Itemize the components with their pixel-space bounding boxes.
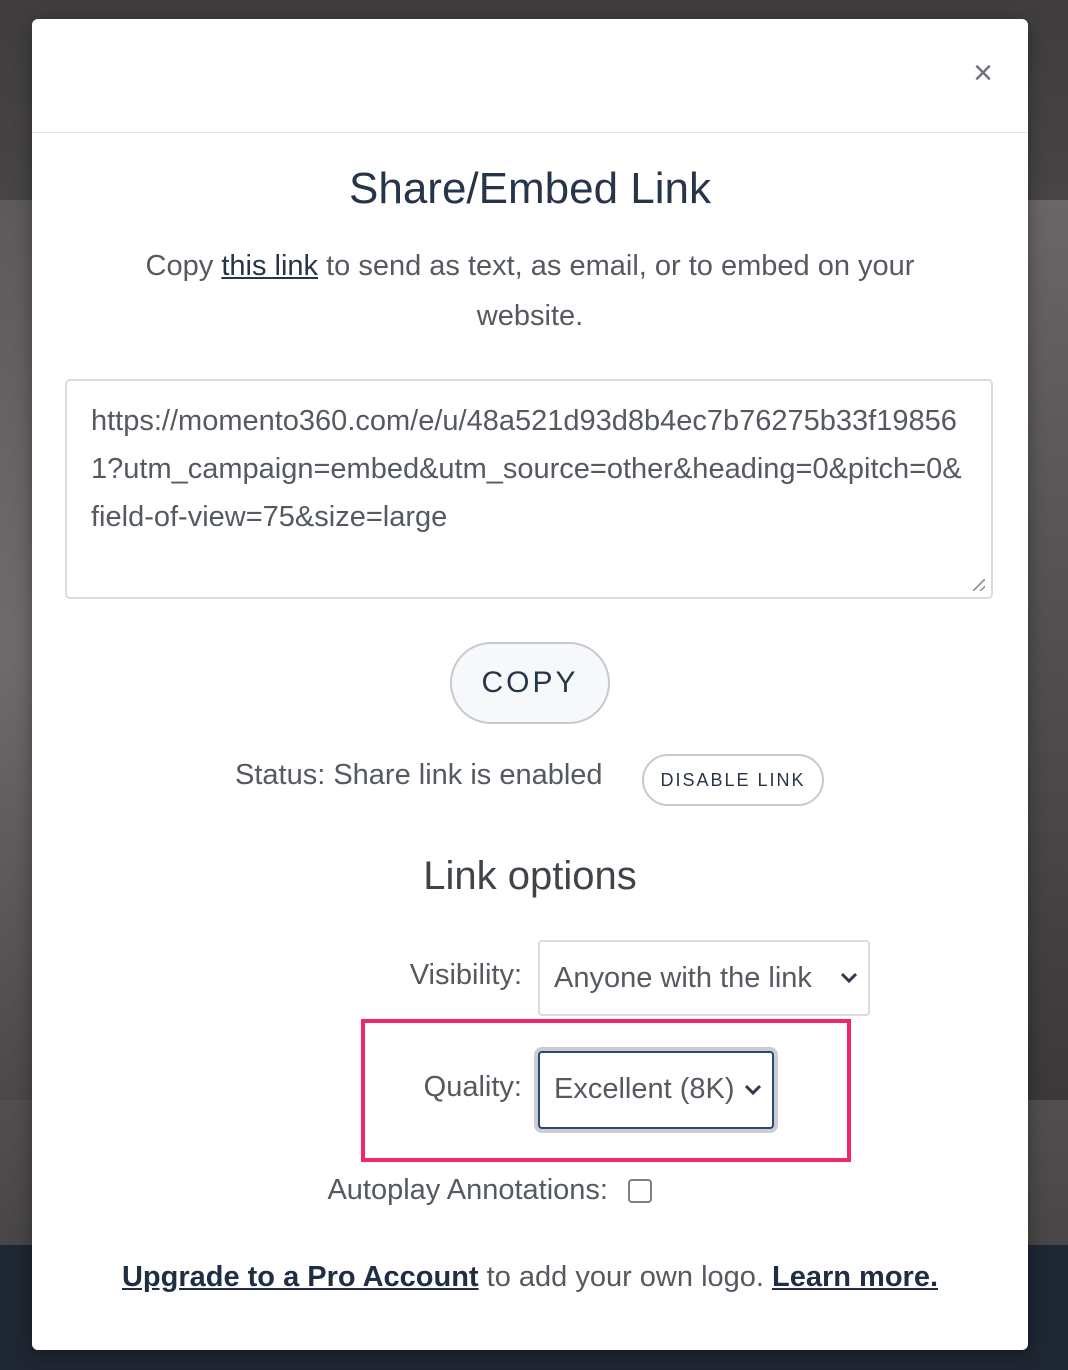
visibility-label: Visibility: [409, 959, 522, 991]
autoplay-annotations-label: Autoplay Annotations: [327, 1174, 608, 1206]
quality-select-value: Excellent (8K) [554, 1073, 735, 1105]
upgrade-pro-link[interactable]: Upgrade to a Pro Account [122, 1261, 479, 1293]
quality-label: Quality: [423, 1071, 522, 1103]
background-wall-right [1028, 200, 1068, 1100]
autoplay-annotations-checkbox[interactable] [628, 1179, 652, 1203]
share-embed-modal: × Share/Embed Link Copy this link to sen… [32, 19, 1028, 1350]
subtitle-prefix: Copy [145, 250, 222, 282]
disable-link-button[interactable]: DISABLE LINK [642, 754, 824, 806]
copy-button[interactable]: COPY [450, 642, 610, 724]
resize-handle-icon[interactable] [973, 579, 985, 591]
share-url-text: https://momento360.com/e/u/48a521d93d8b4… [91, 405, 962, 533]
link-options-title: Link options [423, 854, 637, 898]
modal-subtitle: Copy this link to send as text, as email… [112, 241, 948, 341]
footer-middle-text: to add your own logo. [478, 1261, 773, 1293]
share-url-textarea[interactable]: https://momento360.com/e/u/48a521d93d8b4… [65, 379, 993, 599]
visibility-select-value: Anyone with the link [554, 962, 812, 994]
quality-select[interactable]: Excellent (8K) [538, 1051, 774, 1129]
this-link[interactable]: this link [221, 250, 318, 282]
share-status: Status: Share link is enabled [235, 759, 603, 791]
subtitle-suffix: to send as text, as email, or to embed o… [318, 250, 915, 332]
upgrade-footer: Upgrade to a Pro Account to add your own… [32, 1261, 1028, 1294]
modal-title: Share/Embed Link [349, 164, 711, 213]
chevron-down-icon [744, 1054, 762, 1126]
close-icon[interactable]: × [968, 53, 998, 93]
visibility-select[interactable]: Anyone with the link [538, 940, 870, 1016]
learn-more-link[interactable]: Learn more. [772, 1261, 938, 1293]
modal-header: × [32, 19, 1028, 133]
chevron-down-icon [840, 942, 858, 1014]
background-wall-left [0, 200, 32, 1100]
